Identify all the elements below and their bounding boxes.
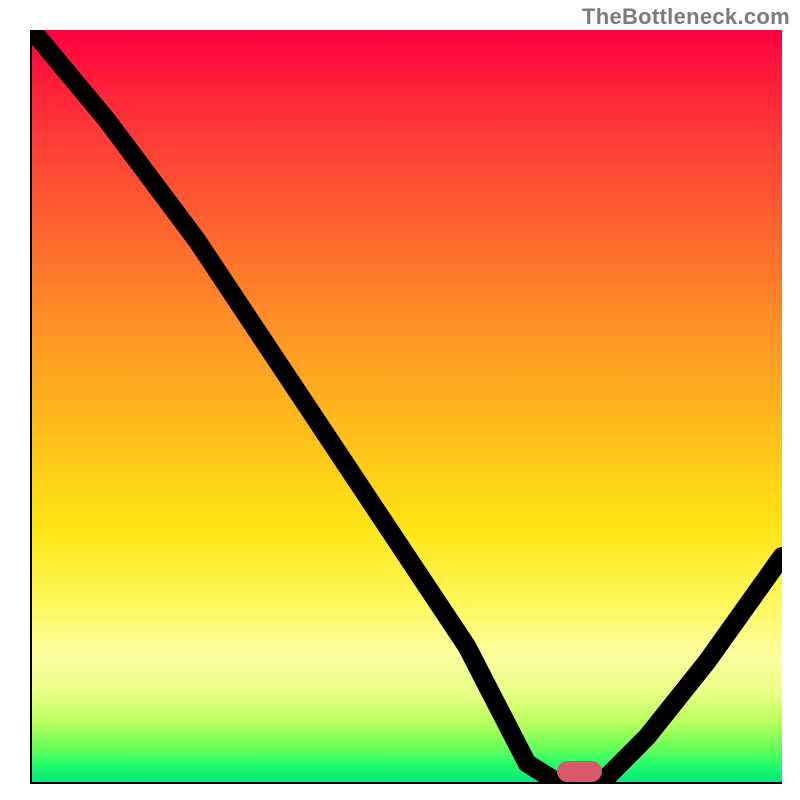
plot-area [30,30,782,784]
curve-layer [32,30,782,782]
optimal-marker [557,761,602,782]
bottleneck-curve-path [32,30,782,782]
bottleneck-chart: TheBottleneck.com [0,0,800,800]
watermark-text: TheBottleneck.com [582,4,790,30]
